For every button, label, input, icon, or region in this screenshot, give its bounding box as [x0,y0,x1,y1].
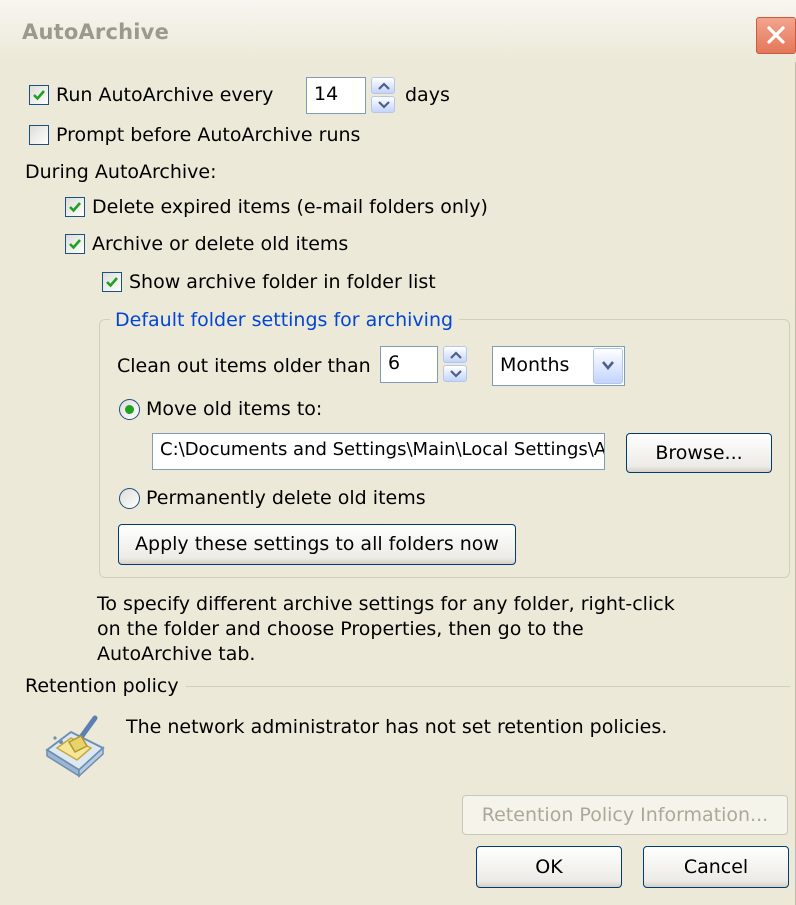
archive-old-label[interactable]: Archive or delete old items [92,233,348,255]
info-text-line1: To specify different archive settings fo… [97,593,675,615]
days-unit-label: days [405,84,450,106]
info-text-line2: on the folder and choose Properties, the… [97,618,584,640]
browse-button[interactable]: Browse... [626,433,772,473]
retention-policy-info-button[interactable]: Retention Policy Information... [462,795,788,835]
delete-expired-checkbox[interactable] [65,197,85,217]
checkmark-icon [106,277,118,288]
radio-selected-dot [125,405,134,414]
apply-all-folders-button[interactable]: Apply these settings to all folders now [118,524,516,565]
cancel-button[interactable]: Cancel [643,846,789,888]
close-icon [767,26,785,44]
spin-up-button[interactable] [371,77,395,94]
close-button[interactable] [756,17,796,54]
delete-expired-label[interactable]: Delete expired items (e-mail folders onl… [92,196,488,218]
info-text-line3: AutoArchive tab. [97,643,256,665]
autoarchive-dialog: AutoArchive Run AutoArchive every 14 day… [0,0,796,905]
permanently-delete-radio[interactable] [119,488,140,509]
arrow-down-icon [450,370,462,378]
clean-out-label: Clean out items older than [117,355,371,377]
group-legend: Default folder settings for archiving [110,309,460,331]
age-input[interactable]: 6 [380,346,438,383]
window-title: AutoArchive [22,20,170,44]
chevron-down-icon [602,361,614,370]
checkmark-icon [69,239,81,250]
arrow-up-icon [378,82,390,90]
title-bar: AutoArchive [0,0,796,62]
run-autoarchive-checkbox[interactable] [29,85,49,105]
arrow-down-icon [378,101,390,109]
show-folder-label[interactable]: Show archive folder in folder list [129,271,436,293]
days-input[interactable]: 14 [306,77,366,114]
mailbox-cleanup-icon [45,715,105,778]
spin-up-button[interactable] [443,346,467,363]
checkmark-icon [69,202,81,213]
arrow-up-icon [450,351,462,359]
permanently-delete-label[interactable]: Permanently delete old items [146,487,426,509]
move-old-items-label[interactable]: Move old items to: [146,398,322,420]
retention-policy-label: Retention policy [25,675,179,697]
dropdown-button[interactable] [593,348,623,384]
spin-down-button[interactable] [443,365,467,382]
spin-down-button[interactable] [371,96,395,113]
period-value: Months [500,354,570,376]
checkmark-icon [33,90,45,101]
ok-button[interactable]: OK [476,846,622,888]
prompt-before-label[interactable]: Prompt before AutoArchive runs [56,124,360,146]
retention-divider [186,686,790,687]
archive-old-checkbox[interactable] [65,234,85,254]
during-autoarchive-label: During AutoArchive: [25,161,217,183]
show-folder-checkbox[interactable] [102,272,122,292]
prompt-before-checkbox[interactable] [29,125,49,145]
days-spinner[interactable] [371,77,395,113]
archive-path-input[interactable]: C:\Documents and Settings\Main\Local Set… [152,433,605,470]
age-spinner[interactable] [443,346,467,382]
move-old-items-radio[interactable] [119,399,140,420]
run-autoarchive-label[interactable]: Run AutoArchive every [56,84,273,106]
period-select[interactable]: Months [492,346,625,386]
retention-message: The network administrator has not set re… [126,716,668,738]
